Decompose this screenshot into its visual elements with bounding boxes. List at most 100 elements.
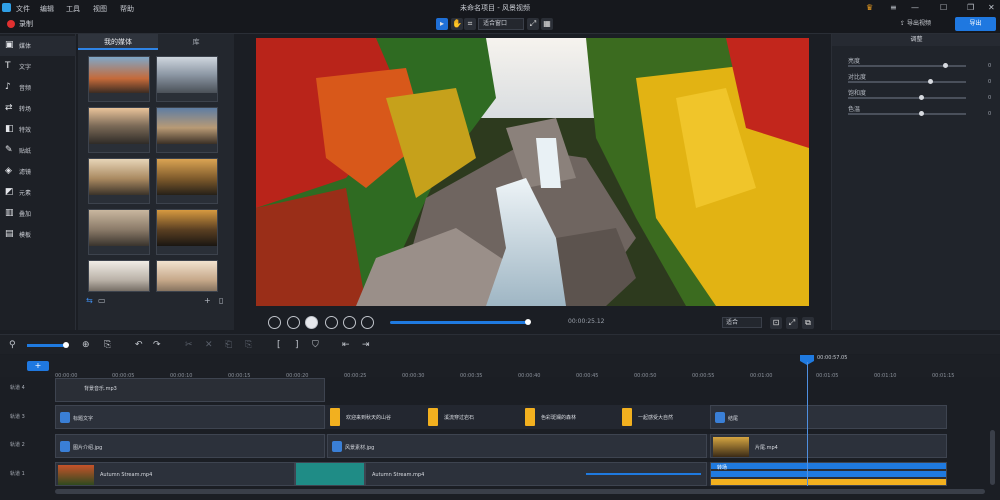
sidebar-item-audio[interactable]: ♪ 音频 [0, 78, 76, 98]
fullscreen-preview-icon[interactable]: ⤢ [786, 317, 798, 329]
sidebar-item-element[interactable]: ◩ 元素 [0, 183, 76, 203]
record-label[interactable]: 录制 [19, 19, 33, 29]
menu-icon[interactable]: ≡ [890, 3, 897, 12]
saturation-knob[interactable] [919, 95, 924, 100]
contrast-slider[interactable] [848, 81, 966, 83]
share-button[interactable]: ⇪ 导出视频 [900, 17, 948, 31]
sidebar-item-effects[interactable]: ◧ 特效 [0, 120, 76, 140]
title-clip[interactable]: 标题文字 [55, 405, 325, 429]
timeline-scrollbar-horizontal[interactable] [55, 489, 985, 494]
sidebar-item-overlay[interactable]: ▥ 叠加 [0, 204, 76, 224]
media-thumbnail[interactable] [156, 107, 218, 153]
text-clip[interactable]: 溪流穿过岩石 [428, 405, 518, 429]
import-icon[interactable]: ⇆ [86, 296, 93, 305]
step-back-button[interactable] [287, 316, 300, 329]
prop-row-brightness[interactable]: 亮度 0 [848, 56, 998, 72]
prev-marker-icon[interactable]: ⇤ [342, 340, 350, 350]
menu-view[interactable]: 视图 [93, 4, 107, 14]
media-thumbnail[interactable] [88, 56, 150, 102]
split-icon[interactable]: ⎘ [104, 340, 111, 350]
video-preview[interactable] [256, 38, 809, 306]
aspect-select[interactable]: 适合 [722, 317, 762, 328]
sidebar-item-sticker[interactable]: ✎ 贴纸 [0, 141, 76, 161]
media-thumbnail[interactable] [88, 158, 150, 204]
media-thumbnail[interactable] [88, 209, 150, 255]
add-track-button[interactable]: + [27, 361, 49, 371]
select-tool-icon[interactable]: ▸ [436, 18, 448, 30]
next-marker-icon[interactable]: ⇥ [362, 340, 370, 350]
zoom-select[interactable]: 适合窗口 [478, 18, 524, 30]
skip-forward-button[interactable] [343, 316, 356, 329]
fullscreen-icon[interactable]: ⤢ [527, 18, 539, 30]
media-thumbnail[interactable] [156, 158, 218, 204]
snap-icon[interactable]: ⚲ [9, 340, 16, 350]
menu-edit[interactable]: 编辑 [40, 4, 54, 14]
export-button[interactable]: 导出 [955, 17, 996, 31]
image-clip[interactable]: 风景素材.jpg [327, 434, 707, 458]
snapshot-icon[interactable]: ⊡ [770, 317, 782, 329]
prop-row-temperature[interactable]: 色温 0 [848, 104, 998, 120]
tab-my-media[interactable]: 我的媒体 [78, 34, 158, 50]
cut-icon[interactable]: ✂ [185, 340, 193, 350]
paste-icon[interactable]: ⎘ [245, 340, 252, 350]
timeline-scrollbar-vertical[interactable] [990, 430, 995, 485]
skip-back-button[interactable] [268, 316, 281, 329]
close-icon[interactable]: ✕ [988, 3, 995, 12]
tab-library[interactable]: 库 [158, 34, 234, 50]
restore-icon[interactable]: ❐ [967, 3, 974, 12]
prop-row-saturation[interactable]: 饱和度 0 [848, 88, 998, 104]
crop-tool-icon[interactable]: ⌗ [464, 18, 476, 30]
add-icon[interactable]: + [204, 296, 211, 305]
video-clip[interactable]: Autumn Stream.mp4 [55, 462, 295, 486]
copy-icon[interactable]: ⎗ [225, 340, 232, 350]
record-icon[interactable] [7, 20, 15, 28]
crown-icon[interactable]: ♛ [866, 3, 873, 12]
layout-icon[interactable]: ▦ [541, 18, 553, 30]
delete-icon[interactable]: ▯ [219, 296, 223, 305]
brightness-knob[interactable] [943, 63, 948, 68]
marker-icon[interactable]: ⛉ [312, 340, 319, 350]
media-thumbnail[interactable] [156, 56, 218, 102]
folder-icon[interactable]: ▭ [98, 296, 106, 305]
mark-out-icon[interactable]: ] [295, 340, 299, 350]
undo-icon[interactable]: ↶ [135, 340, 143, 350]
redo-icon[interactable]: ↷ [153, 340, 161, 350]
brightness-slider[interactable] [848, 65, 966, 67]
timeline-zoom-knob[interactable] [63, 342, 69, 348]
menu-file[interactable]: 文件 [16, 4, 30, 14]
prop-row-contrast[interactable]: 对比度 0 [848, 72, 998, 88]
image-clip[interactable]: 图片介绍.jpg [55, 434, 325, 458]
media-thumbnail[interactable] [88, 260, 150, 292]
menu-tools[interactable]: 工具 [66, 4, 80, 14]
temperature-knob[interactable] [919, 111, 924, 116]
text-clip[interactable]: 欢迎来到秋天的山谷 [330, 405, 420, 429]
mark-in-icon[interactable]: [ [277, 340, 281, 350]
step-forward-button[interactable] [325, 316, 338, 329]
media-thumbnail[interactable] [156, 209, 218, 255]
timeline-ruler[interactable]: + 00:00:00 00:00:05 00:00:10 00:00:15 00… [0, 355, 1000, 379]
saturation-slider[interactable] [848, 97, 966, 99]
media-thumbnail[interactable] [88, 107, 150, 153]
ending-clip[interactable]: 结尾 [710, 405, 947, 429]
video-clip[interactable]: 片尾.mp4 [710, 434, 947, 458]
sidebar-item-media[interactable]: ▣ 媒体 [0, 36, 76, 56]
sidebar-item-filter[interactable]: ◈ 滤镜 [0, 162, 76, 182]
sidebar-item-text[interactable]: T 文字 [0, 57, 76, 77]
close-clip-icon[interactable]: ✕ [205, 340, 213, 350]
sidebar-item-transition[interactable]: ⇄ 转场 [0, 99, 76, 119]
media-thumbnail[interactable] [156, 260, 218, 292]
seek-bar[interactable] [390, 321, 530, 324]
hand-tool-icon[interactable]: ✋ [451, 18, 463, 30]
contrast-knob[interactable] [928, 79, 933, 84]
play-button[interactable] [305, 316, 318, 329]
video-clip[interactable]: Autumn Stream.mp4 [365, 462, 707, 486]
loop-button[interactable] [361, 316, 374, 329]
temperature-slider[interactable] [848, 113, 966, 115]
minimize-icon[interactable]: — [911, 3, 919, 12]
sidebar-item-template[interactable]: ▤ 模板 [0, 225, 76, 245]
popout-icon[interactable]: ⧉ [802, 317, 814, 329]
transition-clip[interactable] [295, 462, 365, 486]
audio-clip[interactable]: 背景音乐.mp3 [55, 378, 325, 402]
seek-handle[interactable] [525, 319, 531, 325]
text-clip[interactable]: 色彩斑斓的森林 [525, 405, 615, 429]
